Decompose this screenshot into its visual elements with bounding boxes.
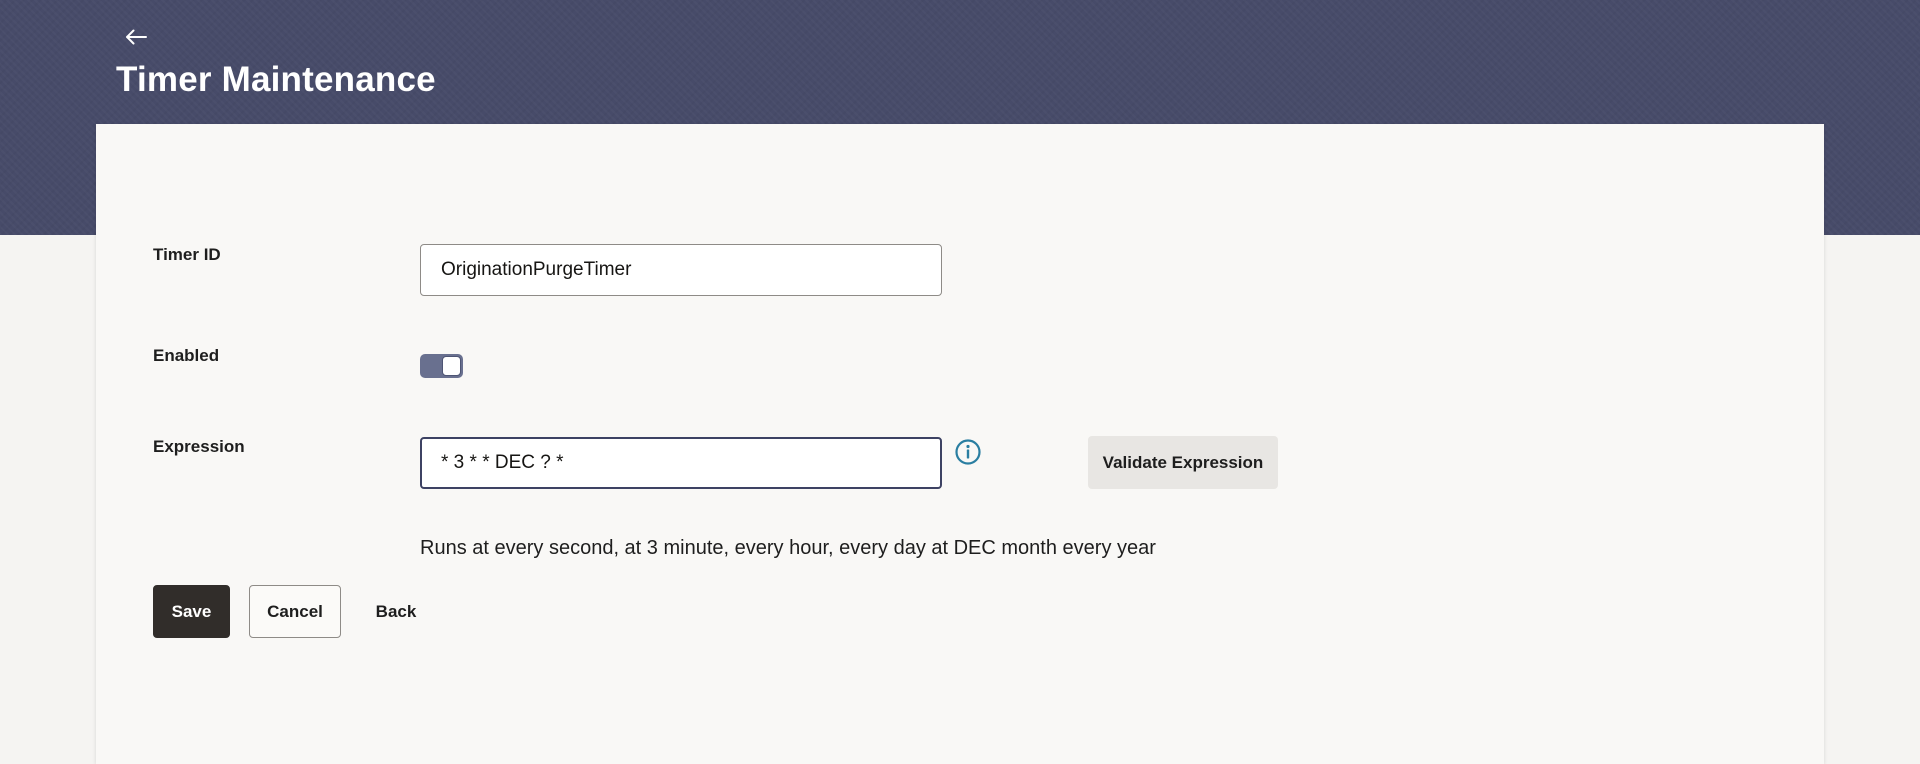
toggle-knob bbox=[442, 356, 461, 376]
cancel-button[interactable]: Cancel bbox=[249, 585, 341, 638]
timer-id-input[interactable] bbox=[420, 244, 942, 296]
expression-label: Expression bbox=[153, 437, 245, 456]
back-button[interactable]: Back bbox=[357, 585, 435, 638]
form-card: Timer ID Enabled Expression Validate Exp… bbox=[96, 124, 1824, 764]
arrow-left-icon[interactable] bbox=[121, 22, 151, 52]
timer-id-label: Timer ID bbox=[153, 245, 221, 264]
expression-description: Runs at every second, at 3 minute, every… bbox=[420, 537, 1156, 559]
expression-input[interactable] bbox=[420, 437, 942, 489]
page-title: Timer Maintenance bbox=[116, 60, 436, 99]
info-icon[interactable] bbox=[954, 438, 982, 466]
enabled-label: Enabled bbox=[153, 346, 220, 365]
validate-expression-button[interactable]: Validate Expression bbox=[1088, 436, 1278, 489]
save-button[interactable]: Save bbox=[153, 585, 230, 638]
enabled-toggle[interactable] bbox=[420, 354, 463, 378]
